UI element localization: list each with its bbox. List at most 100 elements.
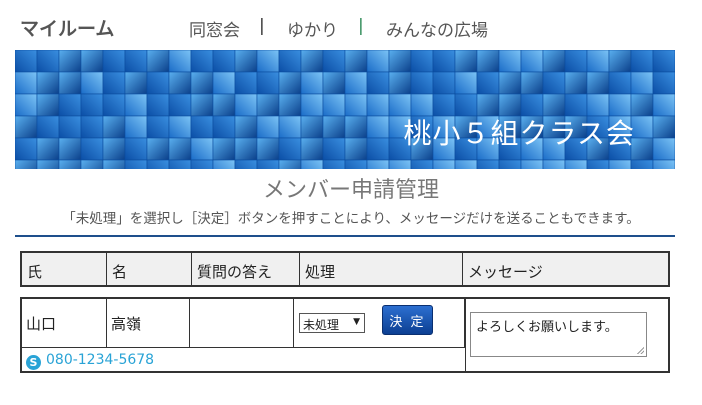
banner-tile: [190, 71, 214, 95]
banner-tile: [608, 159, 632, 169]
banner-tile: [102, 93, 126, 117]
banner-tile: [256, 50, 280, 73]
banner-tile: [542, 50, 566, 73]
banner-tile: [168, 71, 192, 95]
banner-tile: [168, 93, 192, 117]
banner-tile: [124, 159, 148, 169]
banner-tile: [300, 115, 324, 139]
banner-tile: [58, 71, 82, 95]
banner-tile: [278, 93, 302, 117]
banner-tile: [278, 159, 302, 169]
banner-tile: [476, 71, 500, 95]
banner-tile: [608, 50, 632, 73]
banner-tile: [124, 137, 148, 161]
banner-tile: [498, 71, 522, 95]
banner-tile: [80, 93, 104, 117]
banner-tile: [146, 93, 170, 117]
header-message: メッセージ: [468, 263, 543, 281]
banner-tile: [234, 71, 258, 95]
cell-process: 未処理 ▼ 決 定: [294, 299, 465, 347]
banner-tile: [432, 159, 456, 169]
banner-tile: [212, 137, 236, 161]
banner-tile: [542, 159, 566, 169]
banner-tile: [58, 115, 82, 139]
cell-last-name: 山口: [22, 299, 107, 347]
logo-myroom[interactable]: マイルーム: [20, 14, 114, 41]
banner-tile: [146, 71, 170, 95]
skype-icon: S: [26, 355, 41, 370]
banner-tile: [102, 115, 126, 139]
banner-tile: [80, 50, 104, 73]
banner-tile: [36, 115, 60, 139]
divider: [15, 235, 675, 237]
banner-tile: [322, 159, 346, 169]
row-divider: [22, 347, 465, 348]
nav-link-alumni[interactable]: 同窓会: [189, 16, 240, 41]
banner-tile: [58, 159, 82, 169]
status-select[interactable]: 未処理 ▼: [299, 313, 365, 333]
banner-tile: [652, 115, 675, 139]
banner-tile: [630, 71, 654, 95]
banner-tile: [146, 115, 170, 139]
banner-tile: [432, 71, 456, 95]
banner-tile: [410, 50, 434, 73]
banner-tile: [15, 50, 38, 73]
banner-tile: [102, 71, 126, 95]
banner-tile: [278, 71, 302, 95]
table-row: 山口 高嶺 未処理 ▼ 決 定 よろしくお願いします。 S 080-1234-56…: [20, 297, 670, 373]
banner-tile: [498, 50, 522, 73]
banner-tile: [102, 50, 126, 73]
banner-tile: [36, 159, 60, 169]
banner-tile: [366, 115, 390, 139]
banner-tile: [15, 137, 38, 161]
banner-tile: [300, 137, 324, 161]
banner-tile: [190, 115, 214, 139]
header-answer: 質問の答え: [192, 253, 300, 285]
banner-tile: [168, 115, 192, 139]
banner-tile: [366, 71, 390, 95]
banner-tile: [520, 50, 544, 73]
message-textarea[interactable]: よろしくお願いします。: [470, 312, 647, 357]
banner-tile: [80, 137, 104, 161]
banner-tile: [36, 50, 60, 73]
banner-tile: [344, 50, 368, 73]
banner-tile: [58, 93, 82, 117]
nav-link-plaza[interactable]: みんなの広場: [386, 16, 488, 41]
banner-tile: [234, 159, 258, 169]
banner-tile: [102, 137, 126, 161]
chevron-down-icon: ▼: [353, 317, 360, 327]
banner-tile: [124, 93, 148, 117]
message-text: よろしくお願いします。: [476, 320, 618, 335]
banner-tile: [278, 137, 302, 161]
phone-link[interactable]: S 080-1234-5678: [26, 352, 154, 370]
banner-tile: [146, 50, 170, 73]
banner-tile: [652, 93, 675, 117]
banner-tile: [410, 71, 434, 95]
resize-handle-icon[interactable]: [637, 347, 644, 354]
cell-first-name: 高嶺: [107, 299, 190, 347]
nav-separator: |: [358, 16, 364, 36]
banner-tile: [212, 71, 236, 95]
banner-tile: [212, 115, 236, 139]
table-header: 氏 名 質問の答え 処理 メッセージ: [20, 251, 670, 287]
header-first-name: 名: [107, 253, 192, 285]
banner-tile: [36, 71, 60, 95]
banner-tile: [124, 115, 148, 139]
banner-tile: [80, 71, 104, 95]
banner-tile: [190, 159, 214, 169]
banner-tile: [322, 115, 346, 139]
class-banner: 桃小５組クラス会: [15, 50, 675, 169]
banner-title: 桃小５組クラス会: [403, 117, 635, 150]
banner-tile: [15, 93, 38, 117]
nav-link-yukari[interactable]: ゆかり: [287, 16, 338, 41]
banner-tile: [190, 50, 214, 73]
banner-tile: [564, 71, 588, 95]
banner-tile: [454, 50, 478, 73]
decide-button[interactable]: 決 定: [382, 305, 433, 335]
banner-tile: [146, 159, 170, 169]
banner-tile: [300, 159, 324, 169]
banner-tile: [58, 137, 82, 161]
banner-tile: [146, 137, 170, 161]
banner-tile: [520, 71, 544, 95]
page-title: メンバー申請管理: [262, 178, 439, 203]
